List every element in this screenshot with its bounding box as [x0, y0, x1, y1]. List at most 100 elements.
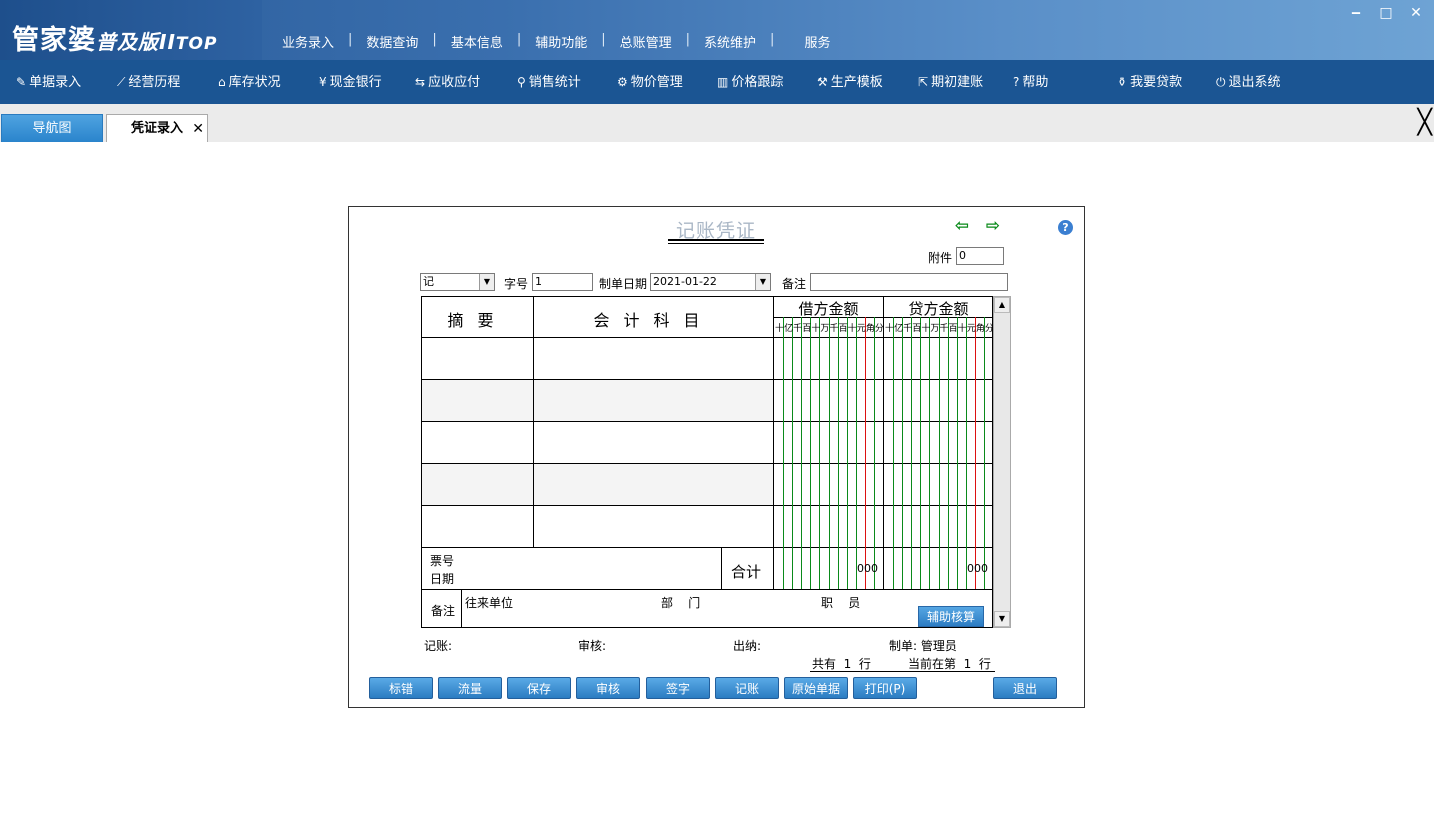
digit-column-line: [810, 317, 811, 589]
grid-line: [421, 379, 993, 380]
home-icon: ⌂: [218, 75, 226, 89]
tab-close-icon[interactable]: ✕: [192, 115, 204, 143]
audit-button[interactable]: 审核: [576, 677, 640, 699]
tab-voucher-entry[interactable]: 凭证录入 ✕: [106, 114, 208, 142]
top-menu-basic-info[interactable]: 基本信息: [439, 32, 515, 51]
nav-exit-system[interactable]: ⏻ 退出系统: [1216, 60, 1281, 104]
nav-cash-bank[interactable]: ¥ 现金银行: [319, 60, 382, 104]
gear-icon: ⚙: [617, 75, 628, 89]
credit-digit-label: 千: [939, 324, 949, 334]
nav-production-template[interactable]: ⚒ 生产模板: [817, 60, 883, 104]
nav-sales-stats[interactable]: ⚲ 销售统计: [517, 60, 581, 104]
total-label: 合计: [731, 563, 762, 581]
document-edit-icon: ✎: [16, 75, 27, 89]
magnifier-icon: ⚲: [517, 75, 526, 89]
memo-label: 备注: [782, 277, 807, 291]
save-button[interactable]: 保存: [507, 677, 571, 699]
top-menu-data-query[interactable]: 数据查询: [354, 32, 430, 51]
post-button[interactable]: 记账: [715, 677, 779, 699]
exit-button[interactable]: 退出: [993, 677, 1057, 699]
close-all-icon[interactable]: ╳: [1418, 110, 1432, 134]
ticket-no-label: 票号: [430, 554, 455, 568]
grid-line: [421, 463, 993, 464]
digit-column-line: [801, 317, 802, 589]
menu-separator: |: [516, 32, 522, 47]
nav-price-management[interactable]: ⚙ 物价管理: [617, 60, 683, 104]
grid-line: [421, 337, 993, 338]
tab-navigation-map[interactable]: 导航图: [1, 114, 103, 142]
nav-help[interactable]: ? 帮助: [1013, 60, 1048, 104]
top-menu-business-entry[interactable]: 业务录入: [270, 32, 346, 51]
digit-column-line: [920, 317, 921, 589]
scroll-up-icon[interactable]: ▲: [994, 297, 1010, 313]
debit-digit-label: 百: [802, 324, 812, 334]
external-link-icon: ⇱: [918, 75, 929, 89]
cash-flow-button[interactable]: 流量: [438, 677, 502, 699]
digit-column-line: [929, 317, 930, 589]
minimize-icon[interactable]: ‒: [1346, 4, 1366, 22]
current-row-status: 当前在第 1 行: [908, 657, 991, 671]
date-picker[interactable]: 2021-01-22 ▼: [650, 273, 771, 291]
debit-digit-label: 分: [874, 324, 884, 334]
nav-loan[interactable]: ⚱ 我要贷款: [1117, 60, 1182, 104]
footer-memo-label: 备注: [431, 604, 456, 618]
digit-column-line: [792, 317, 793, 589]
nav-label: 退出系统: [1228, 75, 1281, 90]
account-header: 会计科目: [593, 311, 714, 330]
nav-inventory[interactable]: ⌂ 库存状况: [218, 60, 281, 104]
total-rows-status: 共有 1 行: [812, 657, 871, 671]
credit-digit-label: 十: [957, 324, 967, 334]
close-icon[interactable]: ✕: [1406, 4, 1426, 22]
title-bar: 管家婆普及版IITOP 业务录入 | 数据查询 | 基本信息 | 辅助功能 | 总账管理…: [0, 0, 1434, 60]
auxiliary-accounting-button[interactable]: 辅助核算: [918, 606, 984, 627]
window-controls: ‒ □ ✕: [1346, 4, 1426, 22]
credit-digit-label: 千: [903, 324, 913, 334]
digit-column-line: [893, 317, 894, 589]
nav-price-tracking[interactable]: ▥ 价格跟踪: [717, 60, 783, 104]
dropdown-arrow-icon: ▼: [755, 274, 770, 290]
top-menu-service[interactable]: 服务: [776, 32, 842, 51]
help-icon[interactable]: ?: [1058, 220, 1073, 235]
line-chart-icon: ⟋: [117, 75, 126, 89]
nav-document-entry[interactable]: ✎ 单据录入: [16, 60, 81, 104]
grid-line: [461, 589, 462, 628]
voucher-table: [421, 296, 993, 628]
debit-digit-label: 亿: [784, 324, 794, 334]
original-document-button[interactable]: 原始单据: [784, 677, 848, 699]
next-arrow-icon[interactable]: ⇨: [984, 217, 1002, 235]
menu-separator: |: [432, 32, 437, 47]
mark-error-button[interactable]: 标错: [369, 677, 433, 699]
digit-column-line: [902, 317, 903, 589]
voucher-type-select[interactable]: 记 ▼: [420, 273, 495, 291]
memo-input[interactable]: [810, 273, 1008, 291]
scroll-down-icon[interactable]: ▼: [994, 611, 1010, 627]
credit-digit-label: 元: [966, 324, 976, 334]
row-shade: [422, 380, 773, 421]
debit-digit-label: 十: [847, 324, 857, 334]
top-menu-maintenance[interactable]: 系统维护: [692, 32, 768, 51]
digit-column-line: [856, 317, 857, 589]
question-icon: ?: [1013, 75, 1020, 89]
logo-main: 管家婆: [12, 25, 96, 56]
debit-header: 借方金额: [798, 300, 859, 318]
date-label: 制单日期: [599, 277, 648, 291]
nav-business-history[interactable]: ⟋ 经营历程: [117, 60, 180, 104]
debit-digit-label: 十: [811, 324, 821, 334]
app-logo: 管家婆普及版IITOP: [0, 0, 262, 60]
print-button[interactable]: 打印(P): [853, 677, 917, 699]
prev-arrow-icon[interactable]: ⇦: [953, 217, 971, 235]
top-menu-aux-functions[interactable]: 辅助功能: [523, 32, 599, 51]
nav-receivable-payable[interactable]: ⇆ 应收应付: [415, 60, 480, 104]
attachment-input[interactable]: 0: [956, 247, 1004, 265]
nav-label: 我要贷款: [1130, 75, 1183, 90]
digit-column-line: [865, 317, 866, 589]
sign-button[interactable]: 签字: [646, 677, 710, 699]
maximize-icon[interactable]: □: [1376, 4, 1396, 22]
number-input[interactable]: 1: [532, 273, 593, 291]
top-menu-ledger[interactable]: 总账管理: [608, 32, 684, 51]
credit-digit-label: 百: [948, 324, 958, 334]
table-scrollbar[interactable]: ▲ ▼: [993, 296, 1011, 628]
nav-opening-balance[interactable]: ⇱ 期初建账: [918, 60, 983, 104]
bookkeeper-label: 记账:: [424, 639, 453, 653]
attachment-label: 附件: [928, 251, 953, 265]
